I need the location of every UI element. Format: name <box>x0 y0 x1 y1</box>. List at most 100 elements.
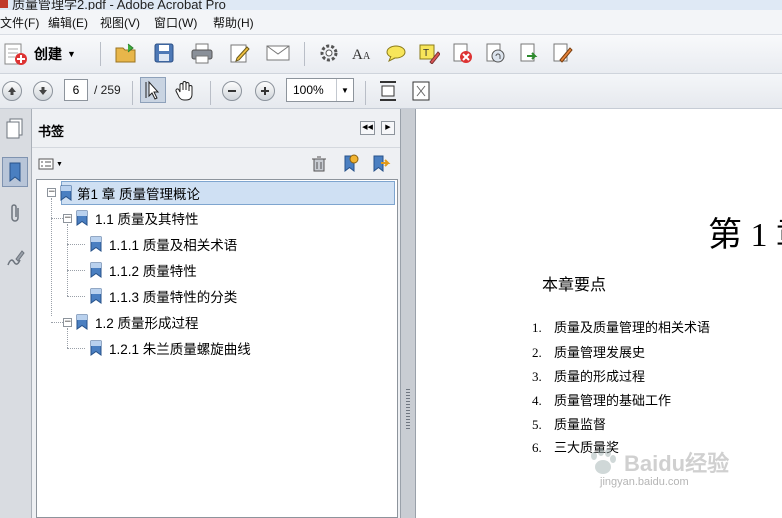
attach-button[interactable] <box>483 41 507 65</box>
chevron-right-icon: ▶ <box>385 124 391 131</box>
arrow-down-icon <box>33 81 53 101</box>
create-pdf-icon <box>4 43 27 65</box>
comment-button[interactable] <box>384 41 408 65</box>
bookmarks-panel: 书签 ◀◀ ▶ ▼ − 第1 章 质量管理概论 − 1.1 质量及其特性 1.1… <box>32 109 400 518</box>
save-button[interactable] <box>152 41 176 65</box>
splitter-grip-icon[interactable] <box>406 389 410 429</box>
attachments-button[interactable] <box>2 199 28 229</box>
window-title: 质量管理学2.pdf - Adobe Acrobat Pro <box>12 0 226 10</box>
open-icon <box>115 43 136 63</box>
export-button[interactable] <box>517 41 541 65</box>
new-bookmark-button[interactable] <box>341 154 359 175</box>
bookmark-label: 1.1.2 质量特性 <box>109 264 197 279</box>
remove-button[interactable] <box>450 41 474 65</box>
collapse-panel-button[interactable]: ◀◀ <box>360 121 375 135</box>
bookmark-options-menu[interactable]: ▼ <box>38 156 64 172</box>
bookmark-item-1-2[interactable]: 1.2 质量形成过程 <box>75 310 199 334</box>
menu-window[interactable]: 窗口(W) <box>154 14 197 31</box>
menu-view[interactable]: 视图(V) <box>100 14 140 31</box>
open-button[interactable] <box>114 41 138 65</box>
bookmark-item-1-1-3[interactable]: 1.1.3 质量特性的分类 <box>89 284 237 308</box>
list-item-number: 4. <box>532 393 542 408</box>
bookmark-item-chapter1[interactable]: 第1 章 质量管理概论 <box>60 181 395 205</box>
double-chevron-left-icon: ◀◀ <box>362 124 373 131</box>
menu-help[interactable]: 帮助(H) <box>213 14 254 31</box>
hand-icon <box>175 81 193 101</box>
print-button[interactable] <box>190 41 214 65</box>
watermark-brand: Baidu经验 <box>624 451 730 476</box>
delete-bookmark-button[interactable] <box>311 155 327 176</box>
highlight-button[interactable]: T <box>417 41 441 65</box>
menu-bar: 文件(F) 编辑(E) 视图(V) 窗口(W) 帮助(H) <box>0 10 782 35</box>
bookmark-icon <box>76 314 88 330</box>
pages-icon <box>6 118 23 139</box>
list-item-number: 3. <box>532 369 542 384</box>
bookmark-item-1-2-1[interactable]: 1.2.1 朱兰质量螺旋曲线 <box>89 336 251 360</box>
panel-options-button[interactable]: ▶ <box>381 121 395 135</box>
new-bookmark-icon <box>344 154 359 173</box>
options-list-icon <box>38 158 54 170</box>
fit-page-button[interactable] <box>409 79 433 103</box>
select-tool-button[interactable] <box>140 77 166 103</box>
sign-icon <box>553 43 573 63</box>
email-button[interactable] <box>266 41 290 65</box>
bookmark-item-1-1[interactable]: 1.1 质量及其特性 <box>75 206 199 230</box>
text-size-icon: A A <box>352 47 371 63</box>
arrow-up-icon <box>2 81 22 101</box>
bookmark-icon <box>90 340 102 356</box>
list-item-text: 质量监督 <box>554 417 607 432</box>
settings-button[interactable] <box>317 41 341 65</box>
chapter-heading: 第 1 章 <box>708 217 782 254</box>
remove-icon <box>453 43 472 63</box>
export-icon <box>520 43 538 62</box>
section-title: 本章要点 <box>542 277 607 294</box>
bookmark-label: 第1 章 质量管理概论 <box>77 187 201 202</box>
zoom-select[interactable]: 100% ▼ <box>286 78 354 102</box>
chevron-down-icon[interactable]: ▼ <box>336 79 353 101</box>
bookmarks-toolbar: ▼ <box>32 148 400 178</box>
list-item-number: 6. <box>532 440 542 455</box>
signatures-button[interactable] <box>2 243 28 273</box>
collapse-toggle[interactable]: − <box>47 188 56 197</box>
menu-edit[interactable]: 编辑(E) <box>48 14 88 31</box>
edit-button[interactable] <box>228 41 252 65</box>
menu-file[interactable]: 文件(F) <box>0 14 39 31</box>
list-item-number: 5. <box>532 417 542 432</box>
attach-icon <box>486 43 505 63</box>
previous-page-button[interactable] <box>0 79 24 103</box>
next-page-button[interactable] <box>31 79 55 103</box>
bookmark-icon <box>76 210 88 226</box>
text-size-button[interactable]: A A <box>350 41 374 65</box>
create-button[interactable]: 创建 ▼ <box>2 41 82 67</box>
collapse-toggle[interactable]: − <box>63 318 72 327</box>
bookmarks-tab-button[interactable] <box>2 157 28 187</box>
zoom-out-button[interactable] <box>220 79 244 103</box>
baidu-paw-icon <box>591 448 616 474</box>
page-thumbnails-button[interactable] <box>2 113 28 143</box>
collapse-toggle[interactable]: − <box>63 214 72 223</box>
fit-width-icon <box>380 81 396 101</box>
svg-text:T: T <box>423 48 429 59</box>
panel-splitter[interactable] <box>400 109 416 518</box>
bookmark-item-1-1-2[interactable]: 1.1.2 质量特性 <box>89 258 197 282</box>
page-total: / 259 <box>94 83 121 97</box>
bookmark-icon <box>90 236 102 252</box>
bookmark-arrow-icon <box>373 155 391 173</box>
expand-bookmark-button[interactable] <box>371 154 391 175</box>
title-bar: 质量管理学2.pdf - Adobe Acrobat Pro <box>0 0 782 10</box>
acrobat-logo-icon <box>0 0 8 8</box>
list-item-text: 质量管理的基础工作 <box>554 393 672 408</box>
hand-tool-button[interactable] <box>173 79 197 103</box>
list-item: 1. 质量及质量管理的相关术语 <box>532 317 710 336</box>
zoom-value: 100% <box>293 83 324 97</box>
page-number-input[interactable]: 6 <box>64 79 88 101</box>
bookmark-item-1-1-1[interactable]: 1.1.1 质量及相关术语 <box>89 232 237 256</box>
chevron-down-icon: ▼ <box>56 160 63 168</box>
zoom-in-button[interactable] <box>253 79 277 103</box>
sign-button[interactable] <box>550 41 574 65</box>
minus-icon <box>222 81 242 101</box>
bookmark-icon <box>90 288 102 304</box>
fit-width-button[interactable] <box>376 79 400 103</box>
print-icon <box>191 43 213 64</box>
create-label: 创建 <box>34 46 62 62</box>
